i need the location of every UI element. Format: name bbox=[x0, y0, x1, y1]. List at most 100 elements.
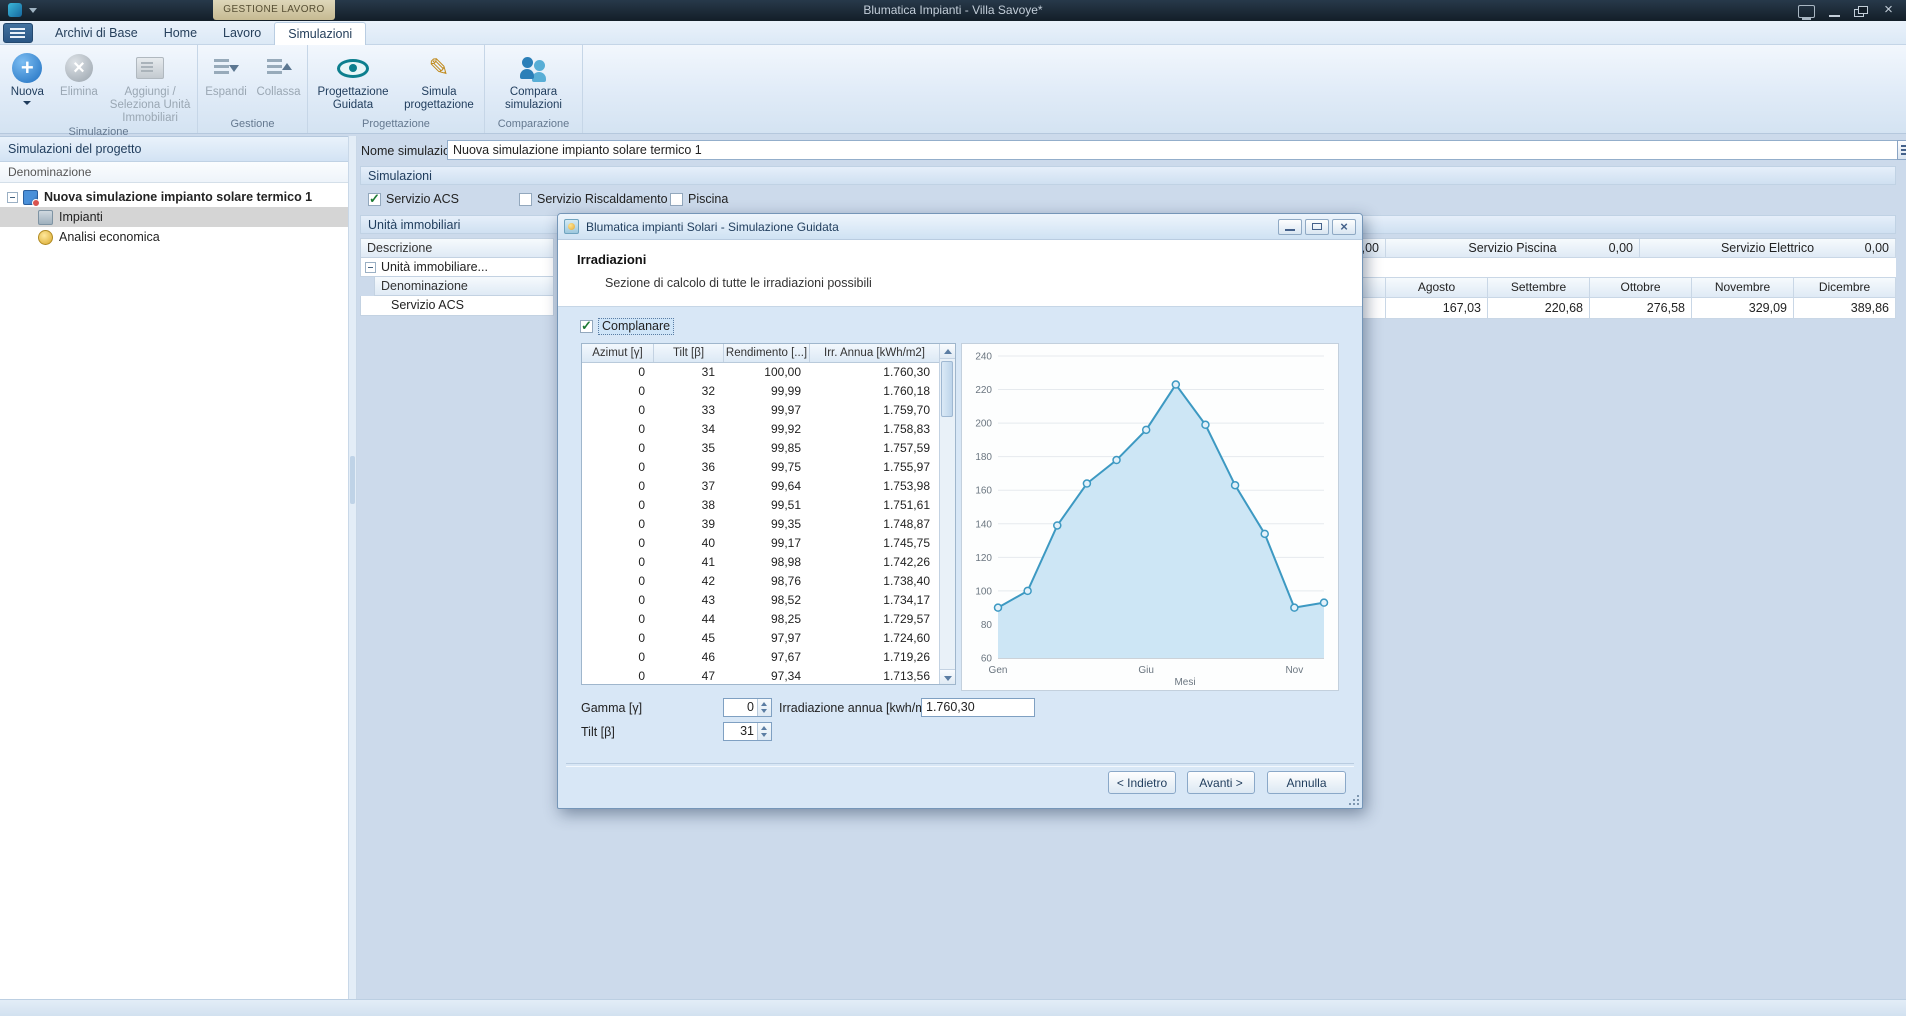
x-circle-icon bbox=[65, 54, 93, 82]
annulla-button[interactable]: Annulla bbox=[1267, 771, 1346, 794]
irradiation-table-row[interactable]: 0 45 97,97 1.724,60 bbox=[582, 629, 939, 648]
irradiation-table-row[interactable]: 0 31 100,00 1.760,30 bbox=[582, 363, 939, 382]
simulation-name-input[interactable]: Nuova simulazione impianto solare termic… bbox=[447, 140, 1903, 160]
tree-expander-icon[interactable] bbox=[7, 192, 18, 203]
servizio-riscaldamento-checkbox[interactable]: Servizio Riscaldamento bbox=[519, 190, 668, 208]
simula-progettazione-button[interactable]: Simula progettazione bbox=[396, 48, 482, 117]
azimut-column-header[interactable]: Azimut [γ] bbox=[582, 344, 654, 362]
resize-grip[interactable] bbox=[1347, 793, 1359, 805]
restore-icon[interactable] bbox=[1854, 6, 1869, 17]
tilt-column-header[interactable]: Tilt [β] bbox=[654, 344, 724, 362]
compara-simulazioni-button[interactable]: Compara simulazioni bbox=[487, 48, 580, 117]
nuova-button[interactable]: Nuova bbox=[2, 48, 53, 125]
tilt-input[interactable]: 31 bbox=[723, 722, 772, 741]
spinner-icon[interactable] bbox=[757, 699, 771, 716]
servizio-acs-checkbox[interactable]: Servizio ACS bbox=[368, 190, 459, 208]
elimina-button[interactable]: Elimina bbox=[53, 48, 106, 125]
window-controls bbox=[1798, 4, 1896, 18]
close-icon[interactable] bbox=[1881, 6, 1896, 17]
irradiation-table-row[interactable]: 0 40 99,17 1.745,75 bbox=[582, 534, 939, 553]
month-header-cell[interactable]: Dicembre bbox=[1794, 278, 1896, 297]
servizio-elettrico-header[interactable]: Servizio Elettrico 0,00 bbox=[1640, 239, 1896, 257]
dialog-title-bar[interactable]: Blumatica impianti Solari - Simulazione … bbox=[558, 214, 1362, 240]
irradiation-table-row[interactable]: 0 37 99,64 1.753,98 bbox=[582, 477, 939, 496]
piscina-checkbox[interactable]: Piscina bbox=[670, 190, 728, 208]
panel-scrollbar[interactable] bbox=[348, 136, 357, 999]
irr-annua-cell: 1.738,40 bbox=[810, 572, 939, 591]
tree-node-simulazione[interactable]: Nuova simulazione impianto solare termic… bbox=[0, 187, 348, 207]
tab-lavoro[interactable]: Lavoro bbox=[210, 22, 274, 44]
quick-access-caret-icon[interactable] bbox=[29, 8, 37, 17]
scrollbar-thumb[interactable] bbox=[941, 361, 953, 417]
dialog-close-button[interactable] bbox=[1332, 219, 1356, 235]
irradiation-table-row[interactable]: 0 33 99,97 1.759,70 bbox=[582, 401, 939, 420]
progettazione-guidata-button[interactable]: Progettazione Guidata bbox=[310, 48, 396, 117]
gamma-input[interactable]: 0 bbox=[723, 698, 772, 717]
file-menu-button[interactable] bbox=[3, 23, 33, 43]
servizio-acs-row[interactable]: Servizio ACS bbox=[360, 296, 554, 316]
servizio-piscina-header[interactable]: Servizio Piscina 0,00 bbox=[1386, 239, 1640, 257]
scrollbar-thumb[interactable] bbox=[350, 456, 355, 504]
descrizione-header[interactable]: Descrizione bbox=[360, 238, 554, 258]
grid-expander-icon[interactable] bbox=[365, 262, 376, 273]
rendimento-cell: 99,35 bbox=[724, 515, 810, 534]
irr-annua-column-header[interactable]: Irr. Annua [kWh/m2] bbox=[810, 344, 939, 362]
month-value-cell: 276,58 bbox=[1590, 298, 1692, 318]
quick-access-toolbar bbox=[8, 3, 37, 17]
irr-annua-cell: 1.760,18 bbox=[810, 382, 939, 401]
irradiation-table-row[interactable]: 0 39 99,35 1.748,87 bbox=[582, 515, 939, 534]
tab-home[interactable]: Home bbox=[151, 22, 210, 44]
irradiation-table-row[interactable]: 0 38 99,51 1.751,61 bbox=[582, 496, 939, 515]
month-value-cell: 329,09 bbox=[1692, 298, 1794, 318]
tilt-cell: 44 bbox=[654, 610, 724, 629]
dropdown-caret-icon bbox=[23, 101, 31, 109]
irradiation-table-row[interactable]: 0 34 99,92 1.758,83 bbox=[582, 420, 939, 439]
scroll-up-icon[interactable] bbox=[940, 344, 955, 359]
input-options-button[interactable] bbox=[1897, 140, 1906, 160]
denominazione-subheader[interactable]: Denominazione bbox=[374, 277, 554, 296]
month-header-cell[interactable]: Agosto bbox=[1386, 278, 1488, 297]
svg-text:200: 200 bbox=[975, 419, 992, 430]
svg-text:240: 240 bbox=[975, 352, 992, 363]
rendimento-column-header[interactable]: Rendimento [...] bbox=[724, 344, 810, 362]
dialog-minimize-button[interactable] bbox=[1278, 219, 1302, 235]
spinner-icon[interactable] bbox=[757, 723, 771, 740]
irradiation-table-row[interactable]: 0 35 99,85 1.757,59 bbox=[582, 439, 939, 458]
azimut-cell: 0 bbox=[582, 648, 654, 667]
tab-simulazioni[interactable]: Simulazioni bbox=[274, 22, 366, 45]
irradiation-table-row[interactable]: 0 42 98,76 1.738,40 bbox=[582, 572, 939, 591]
irradiation-table-row[interactable]: 0 46 97,67 1.719,26 bbox=[582, 648, 939, 667]
azimut-cell: 0 bbox=[582, 629, 654, 648]
tree-node-analisi-economica[interactable]: Analisi economica bbox=[0, 227, 348, 247]
avanti-button[interactable]: Avanti > bbox=[1187, 771, 1255, 794]
aggiungi-seleziona-button[interactable]: Aggiungi / Seleziona Unità Immobiliari bbox=[105, 48, 195, 125]
app-logo-icon[interactable] bbox=[8, 3, 22, 17]
svg-text:Nov: Nov bbox=[1285, 665, 1303, 676]
collassa-button[interactable]: Collassa bbox=[252, 48, 305, 117]
table-scrollbar[interactable] bbox=[939, 344, 955, 684]
month-header-cell[interactable]: Novembre bbox=[1692, 278, 1794, 297]
month-header-cell[interactable]: Settembre bbox=[1488, 278, 1590, 297]
dialog-title: Blumatica impianti Solari - Simulazione … bbox=[586, 220, 1275, 234]
dialog-maximize-button[interactable] bbox=[1305, 219, 1329, 235]
indietro-button[interactable]: < Indietro bbox=[1108, 771, 1176, 794]
tree-node-impianti[interactable]: Impianti bbox=[0, 207, 348, 227]
footer-separator bbox=[566, 763, 1354, 767]
unita-group-row[interactable]: Unità immobiliare... bbox=[360, 258, 554, 277]
irradiation-table-row[interactable]: 0 47 97,34 1.713,56 bbox=[582, 667, 939, 684]
complanare-checkbox[interactable]: Complanare bbox=[580, 318, 674, 335]
irradiation-table-row[interactable]: 0 43 98,52 1.734,17 bbox=[582, 591, 939, 610]
tab-archivi-di-base[interactable]: Archivi di Base bbox=[42, 22, 151, 44]
irr-annua-cell: 1.734,17 bbox=[810, 591, 939, 610]
irradiation-chart: 6080100120140160180200220240GenGiuNovMes… bbox=[961, 343, 1339, 691]
irradiazione-annua-input[interactable]: 1.760,30 bbox=[921, 698, 1035, 717]
irradiation-table-row[interactable]: 0 41 98,98 1.742,26 bbox=[582, 553, 939, 572]
irradiation-table-row[interactable]: 0 44 98,25 1.729,57 bbox=[582, 610, 939, 629]
irradiation-table-row[interactable]: 0 32 99,99 1.760,18 bbox=[582, 382, 939, 401]
irradiation-table-row[interactable]: 0 36 99,75 1.755,97 bbox=[582, 458, 939, 477]
minimize-icon[interactable] bbox=[1827, 6, 1842, 17]
espandi-button[interactable]: Espandi bbox=[200, 48, 252, 117]
month-header-cell[interactable]: Ottobre bbox=[1590, 278, 1692, 297]
screen-style-icon[interactable] bbox=[1798, 5, 1815, 18]
scroll-down-icon[interactable] bbox=[940, 669, 955, 684]
